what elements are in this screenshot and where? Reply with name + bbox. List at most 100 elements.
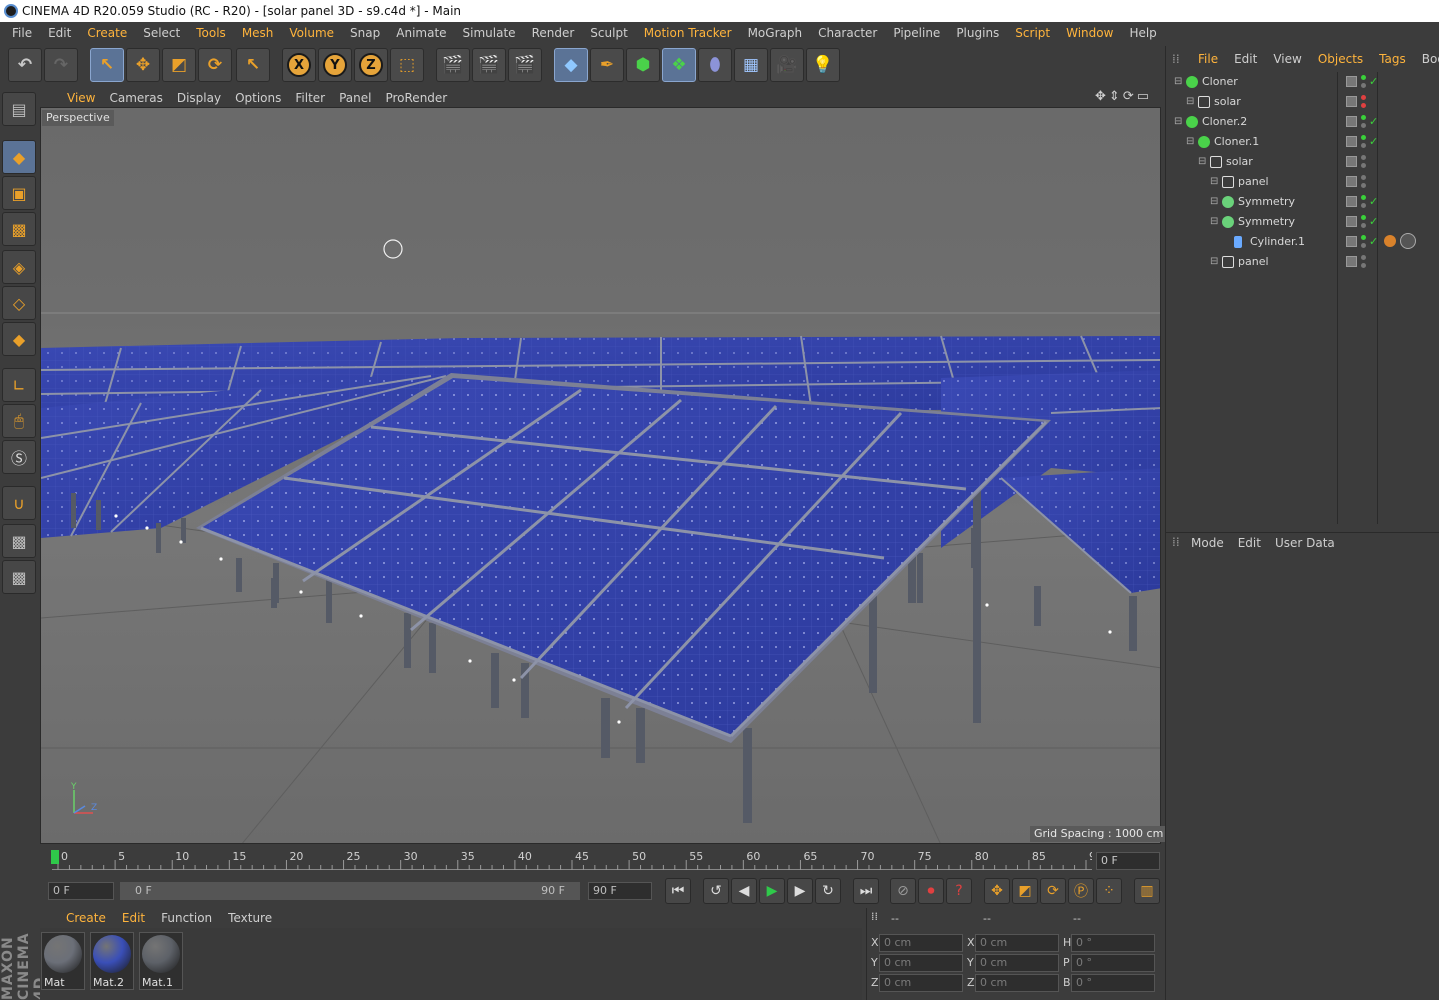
coord-value-field[interactable]: 0 cm bbox=[975, 974, 1059, 992]
deformer-button[interactable]: ⬮ bbox=[698, 48, 732, 82]
viewport-menu-view[interactable]: View bbox=[60, 91, 102, 105]
live-selection-button[interactable]: ↖ bbox=[90, 48, 124, 82]
zoom-icon[interactable]: ⇕ bbox=[1109, 89, 1123, 104]
record-parameter-button[interactable]: Ⓟ bbox=[1068, 878, 1094, 904]
cloner-generator-button[interactable]: ❖ bbox=[662, 48, 696, 82]
object-row[interactable]: ⊟ Cloner ✓ bbox=[1166, 72, 1439, 92]
frame-range-slider[interactable]: 0 F 90 F bbox=[120, 882, 580, 900]
menu-tools[interactable]: Tools bbox=[188, 26, 234, 40]
record-position-button[interactable]: ✥ bbox=[984, 878, 1010, 904]
render-dot-icon[interactable] bbox=[1361, 103, 1366, 108]
expand-toggle-icon[interactable]: ⊟ bbox=[1186, 132, 1194, 152]
pan-icon[interactable]: ✥ bbox=[1095, 89, 1109, 104]
x-axis-lock-button[interactable]: X bbox=[282, 48, 316, 82]
visibility-dot-icon[interactable] bbox=[1361, 215, 1366, 220]
axis-mode-button[interactable]: ∟ bbox=[2, 368, 36, 402]
coord-value-field[interactable]: 0 ° bbox=[1071, 974, 1155, 992]
floor-scene-button[interactable]: ▦ bbox=[734, 48, 768, 82]
menu-simulate[interactable]: Simulate bbox=[455, 26, 524, 40]
visibility-dot-icon[interactable] bbox=[1361, 75, 1366, 80]
cylinder-tags[interactable] bbox=[1380, 233, 1420, 249]
y-axis-lock-button[interactable]: Y bbox=[318, 48, 352, 82]
menu-snap[interactable]: Snap bbox=[342, 26, 388, 40]
record-keys-button[interactable]: ⊘ bbox=[890, 878, 916, 904]
render-picture-viewer-button[interactable]: 🎬 bbox=[472, 48, 506, 82]
material-swatch[interactable]: Mat.1 bbox=[139, 932, 183, 990]
object-row[interactable]: ⊟ Cloner.2 ✓ bbox=[1166, 112, 1439, 132]
visibility-dot-icon[interactable] bbox=[1361, 95, 1366, 100]
material-menu-edit[interactable]: Edit bbox=[114, 911, 153, 925]
menu-edit[interactable]: Edit bbox=[40, 26, 79, 40]
menu-script[interactable]: Script bbox=[1007, 26, 1058, 40]
subdivision-surface-button[interactable]: ⬢ bbox=[626, 48, 660, 82]
end-frame-field[interactable]: 90 F bbox=[588, 882, 652, 900]
layer-swatch-icon[interactable] bbox=[1346, 256, 1357, 267]
material-swatch[interactable]: Mat.2 bbox=[90, 932, 134, 990]
render-settings-button[interactable]: 🎬 bbox=[508, 48, 542, 82]
undo-button[interactable]: ↶ bbox=[8, 48, 42, 82]
autokey-button[interactable]: ⏺ bbox=[918, 878, 944, 904]
viewport-menu-cameras[interactable]: Cameras bbox=[102, 91, 169, 105]
viewport-menu-options[interactable]: Options bbox=[228, 91, 288, 105]
menu-help[interactable]: Help bbox=[1121, 26, 1164, 40]
make-editable-button[interactable]: ▤ bbox=[2, 92, 36, 126]
coord-value-field[interactable]: 0 cm bbox=[879, 954, 963, 972]
visibility-dot-icon[interactable] bbox=[1361, 175, 1366, 180]
coord-value-field[interactable]: 0 ° bbox=[1071, 934, 1155, 952]
camera-button[interactable]: 🎥 bbox=[770, 48, 804, 82]
object-menu-tags[interactable]: Tags bbox=[1371, 52, 1414, 66]
recent-tools-button[interactable]: ↖ bbox=[236, 48, 270, 82]
viewport-menu-display[interactable]: Display bbox=[170, 91, 228, 105]
perspective-viewport[interactable]: Y Z bbox=[40, 107, 1161, 844]
menu-file[interactable]: File bbox=[4, 26, 40, 40]
menu-create[interactable]: Create bbox=[79, 26, 135, 40]
object-row[interactable]: ⊟ panel bbox=[1166, 252, 1439, 272]
visibility-dot-icon[interactable] bbox=[1361, 235, 1366, 240]
previous-frame-button[interactable]: ◀ bbox=[731, 878, 757, 904]
expand-toggle-icon[interactable]: ⊟ bbox=[1186, 92, 1194, 112]
expand-toggle-icon[interactable]: ⊟ bbox=[1174, 112, 1182, 132]
keyframe-selection-button[interactable]: ? bbox=[946, 878, 972, 904]
layer-swatch-icon[interactable] bbox=[1346, 116, 1357, 127]
start-frame-field[interactable]: 0 F bbox=[48, 882, 114, 900]
maximize-view-icon[interactable]: ▭ bbox=[1137, 89, 1152, 104]
polygons-mode-button[interactable]: ◆ bbox=[2, 322, 36, 356]
viewport-nav-icons[interactable]: ✥⇕⟳▭ bbox=[1095, 89, 1152, 104]
timeline-playhead[interactable] bbox=[51, 850, 59, 864]
menu-plugins[interactable]: Plugins bbox=[948, 26, 1007, 40]
layer-swatch-icon[interactable] bbox=[1346, 76, 1357, 87]
move-tool-button[interactable]: ✥ bbox=[126, 48, 160, 82]
points-mode-button[interactable]: ◈ bbox=[2, 250, 36, 284]
menu-window[interactable]: Window bbox=[1058, 26, 1121, 40]
attribute-menu-edit[interactable]: Edit bbox=[1231, 536, 1268, 550]
visibility-dot-icon[interactable] bbox=[1361, 195, 1366, 200]
layer-swatch-icon[interactable] bbox=[1346, 96, 1357, 107]
object-row[interactable]: ⊟ solar bbox=[1166, 92, 1439, 112]
object-row[interactable]: ⊟ solar bbox=[1166, 152, 1439, 172]
material-menu-texture[interactable]: Texture bbox=[220, 911, 280, 925]
visibility-dot-icon[interactable] bbox=[1361, 115, 1366, 120]
visibility-dot-icon[interactable] bbox=[1361, 135, 1366, 140]
phong-tag-icon[interactable] bbox=[1384, 235, 1396, 247]
pen-spline-button[interactable]: ✒ bbox=[590, 48, 624, 82]
record-rotation-button[interactable]: ⟳ bbox=[1040, 878, 1066, 904]
viewport-menu-filter[interactable]: Filter bbox=[288, 91, 332, 105]
render-dot-icon[interactable] bbox=[1361, 83, 1366, 88]
render-dot-icon[interactable] bbox=[1361, 143, 1366, 148]
menu-motion-tracker[interactable]: Motion Tracker bbox=[636, 26, 740, 40]
menu-volume[interactable]: Volume bbox=[281, 26, 342, 40]
orbit-icon[interactable]: ⟳ bbox=[1123, 89, 1137, 104]
coord-value-field[interactable]: 0 cm bbox=[879, 974, 963, 992]
timeline-ruler[interactable]: 0 5 10 15 20 25 30 35 40 45 50 55 60 65 70 75 80 85 90 bbox=[52, 850, 1103, 870]
material-menu-create[interactable]: Create bbox=[58, 911, 114, 925]
expand-toggle-icon[interactable]: ⊟ bbox=[1210, 252, 1218, 272]
menu-sculpt[interactable]: Sculpt bbox=[582, 26, 635, 40]
layer-swatch-icon[interactable] bbox=[1346, 216, 1357, 227]
planar-workplane-button[interactable]: ▩ bbox=[2, 560, 36, 594]
go-to-end-button[interactable]: ⏭ bbox=[853, 878, 879, 904]
coordinate-system-button[interactable]: ⬚ bbox=[390, 48, 424, 82]
visibility-dot-icon[interactable] bbox=[1361, 255, 1366, 260]
viewport-menu-panel[interactable]: Panel bbox=[332, 91, 378, 105]
light-button[interactable]: 💡 bbox=[806, 48, 840, 82]
menu-select[interactable]: Select bbox=[135, 26, 188, 40]
